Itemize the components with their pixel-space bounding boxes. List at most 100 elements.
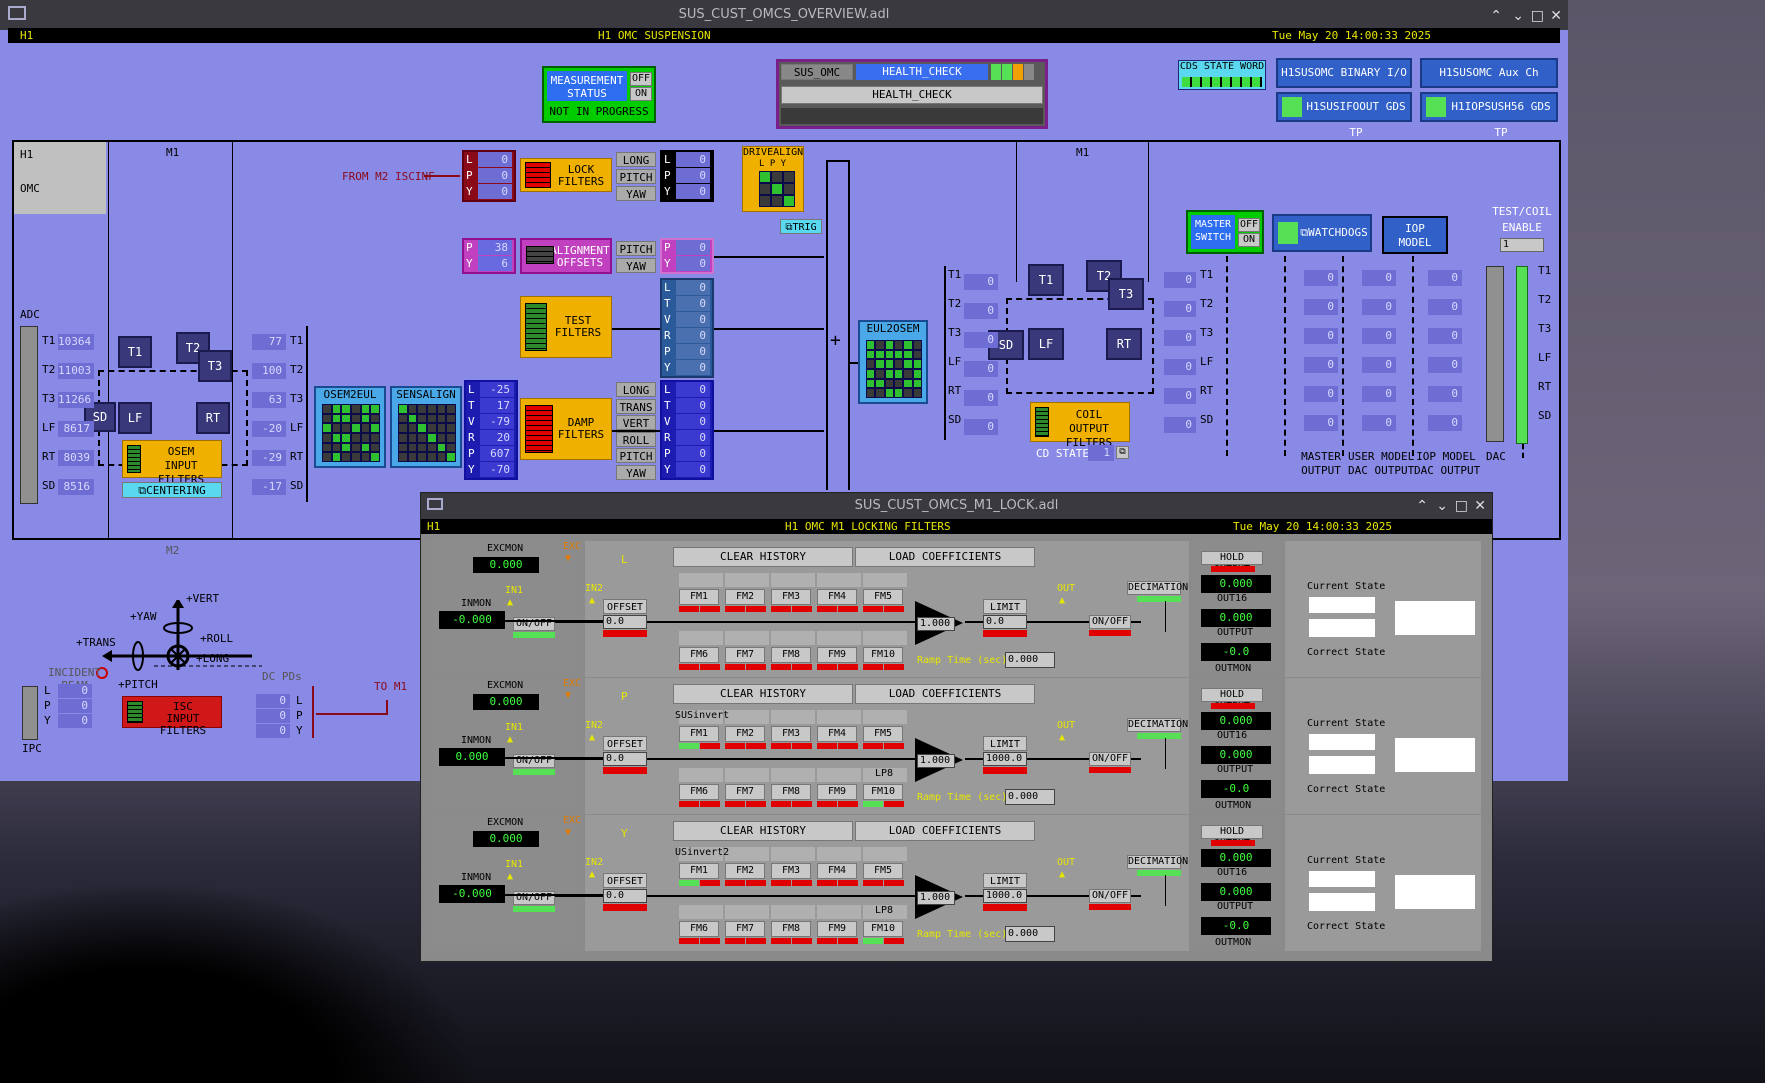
hold-output-button[interactable]: HOLD OUTPUT — [1201, 825, 1263, 849]
alignment-offsets[interactable]: ALIGNMENT OFFSETS — [520, 238, 612, 274]
fm-button[interactable]: FM5 — [863, 726, 903, 742]
fm-button[interactable]: FM3 — [771, 589, 811, 605]
damp-dof-button[interactable]: TRANS — [616, 398, 656, 414]
master-off-button[interactable]: OFF — [1238, 218, 1260, 232]
fm-button[interactable]: FM1 — [679, 863, 719, 879]
fm-button[interactable]: FM9 — [817, 647, 857, 663]
offset-button[interactable]: OFFSET — [603, 736, 647, 751]
lock-dof-button[interactable]: YAW — [616, 186, 656, 201]
limit-value[interactable]: 1000.0 — [983, 889, 1027, 903]
sus-omc-button[interactable]: SUS_OMC — [781, 64, 853, 80]
gain-value[interactable]: 1.000 — [917, 754, 955, 768]
aux-ch-button[interactable]: H1SUSOMC Aux Ch — [1420, 58, 1558, 88]
fm-button[interactable]: FM3 — [771, 726, 811, 742]
fm-button[interactable]: FM1 — [679, 726, 719, 742]
clear-history-button[interactable]: CLEAR HISTORY — [673, 821, 853, 841]
fm-button[interactable]: FM8 — [771, 784, 811, 800]
trig-button[interactable]: ⧉TRIG — [780, 219, 822, 234]
align-dof-button[interactable]: YAW — [616, 258, 656, 273]
coil-rt[interactable]: RT — [1106, 328, 1142, 360]
limit-value[interactable]: 0.0 — [983, 615, 1027, 629]
decimation-button[interactable]: DECIMATION — [1127, 581, 1188, 595]
offset-button[interactable]: OFFSET — [603, 599, 647, 614]
watchdogs-button[interactable]: ⧉WATCHDOGS — [1272, 214, 1372, 252]
coil-t3[interactable]: T3 — [1108, 278, 1144, 310]
coil-lf[interactable]: LF — [1028, 328, 1064, 360]
ipc-block[interactable] — [22, 686, 38, 740]
fm-button[interactable]: FM6 — [679, 647, 719, 663]
test-filters[interactable]: TEST FILTERS — [520, 296, 612, 358]
decimation-button[interactable]: DECIMATION — [1127, 855, 1188, 869]
measurement-off-button[interactable]: OFF — [630, 72, 652, 86]
ramp-value[interactable]: 0.000 — [1005, 652, 1055, 668]
offset-button[interactable]: OFFSET — [603, 873, 647, 888]
fm-button[interactable]: FM10 — [863, 647, 903, 663]
damp-filters[interactable]: DAMP FILTERS — [520, 398, 612, 460]
lock-titlebar[interactable]: SUS_CUST_OMCS_M1_LOCK.adl ⌃ ⌄ □ ✕ — [421, 493, 1492, 519]
limit-button[interactable]: LIMIT — [983, 873, 1027, 888]
limit-button[interactable]: LIMIT — [983, 599, 1027, 614]
limit-value[interactable]: 1000.0 — [983, 752, 1027, 766]
overview-titlebar[interactable]: SUS_CUST_OMCS_OVERVIEW.adl ⌃ ⌄ □ ✕ — [0, 0, 1568, 30]
health-check-menu[interactable]: HEALTH_CHECK — [781, 86, 1043, 104]
iop-model-button[interactable]: IOP MODEL — [1382, 216, 1448, 254]
osem2eul-matrix[interactable]: OSEM2EUL — [314, 386, 386, 468]
test-coil-value[interactable]: 1 — [1500, 238, 1544, 252]
osem-input-filters[interactable]: OSEM INPUT FILTERS — [122, 440, 222, 486]
fm-button[interactable]: FM4 — [817, 863, 857, 879]
gain-value[interactable]: 1.000 — [917, 891, 955, 905]
measurement-on-button[interactable]: ON — [630, 87, 652, 101]
coil-output-filters[interactable]: COIL OUTPUT FILTERS — [1030, 402, 1130, 449]
dac-block[interactable] — [1486, 266, 1504, 442]
sensalign-matrix[interactable]: SENSALIGN — [390, 386, 462, 468]
damp-dof-button[interactable]: PITCH — [616, 448, 656, 463]
adc-block[interactable] — [20, 326, 38, 504]
clear-history-button[interactable]: CLEAR HISTORY — [673, 684, 853, 704]
fm-button[interactable]: FM10 — [863, 921, 903, 937]
master-on-button[interactable]: ON — [1238, 233, 1260, 247]
limit-button[interactable]: LIMIT — [983, 736, 1027, 751]
clear-history-button[interactable]: CLEAR HISTORY — [673, 547, 853, 567]
fm-button[interactable]: FM2 — [725, 726, 765, 742]
isc-input-filters[interactable]: ISC INPUT FILTERS — [122, 696, 222, 737]
load-coefficients-button[interactable]: LOAD COEFFICIENTS — [855, 821, 1035, 841]
cd-state-button[interactable]: ⧉ — [1116, 446, 1129, 459]
output-onoff-button[interactable]: ON/OFF — [1089, 752, 1131, 766]
lock-dof-button[interactable]: LONG — [616, 152, 656, 167]
drivealign-matrix[interactable]: DRIVEALIGN L P Y — [742, 146, 804, 212]
fm-button[interactable]: FM8 — [771, 647, 811, 663]
fm-button[interactable]: FM7 — [725, 921, 765, 937]
fm-button[interactable]: FM3 — [771, 863, 811, 879]
binary-io-button[interactable]: H1SUSOMC BINARY I/O — [1276, 58, 1412, 88]
fm-button[interactable]: FM7 — [725, 784, 765, 800]
hold-output-button[interactable]: HOLD OUTPUT — [1201, 688, 1263, 712]
sensor-lf[interactable]: LF — [118, 402, 152, 434]
coil-t1[interactable]: T1 — [1028, 264, 1064, 296]
ramp-value[interactable]: 0.000 — [1005, 789, 1055, 805]
fm-button[interactable]: FM1 — [679, 589, 719, 605]
offset-value[interactable]: 0.0 — [603, 752, 647, 766]
fm-button[interactable]: FM4 — [817, 726, 857, 742]
gds-tp1-button[interactable]: H1SUSIFOOUT GDS TP — [1276, 92, 1412, 139]
fm-button[interactable]: FM2 — [725, 589, 765, 605]
fm-button[interactable]: FM9 — [817, 921, 857, 937]
damp-dof-button[interactable]: LONG — [616, 382, 656, 397]
sensor-t3[interactable]: T3 — [198, 350, 232, 382]
fm-button[interactable]: FM10 — [863, 784, 903, 800]
gds-tp2-button[interactable]: H1IOPSUSH56 GDS TP — [1420, 92, 1558, 139]
centering-button[interactable]: ⧉CENTERING — [122, 482, 222, 498]
output-onoff-button[interactable]: ON/OFF — [1089, 889, 1131, 903]
damp-dof-button[interactable]: YAW — [616, 464, 656, 480]
close-icon[interactable]: ✕ — [1474, 493, 1486, 519]
damp-dof-button[interactable]: ROLL — [616, 431, 656, 447]
offset-value[interactable]: 0.0 — [603, 615, 647, 629]
fm-button[interactable]: FM6 — [679, 784, 719, 800]
output-onoff-button[interactable]: ON/OFF — [1089, 615, 1131, 629]
maximize-icon[interactable]: ⌄ — [1436, 493, 1448, 519]
ramp-value[interactable]: 0.000 — [1005, 926, 1055, 942]
fm-button[interactable]: FM9 — [817, 784, 857, 800]
fm-button[interactable]: FM7 — [725, 647, 765, 663]
fm-button[interactable]: FM2 — [725, 863, 765, 879]
fm-button[interactable]: FM6 — [679, 921, 719, 937]
lock-dof-button[interactable]: PITCH — [616, 169, 656, 184]
